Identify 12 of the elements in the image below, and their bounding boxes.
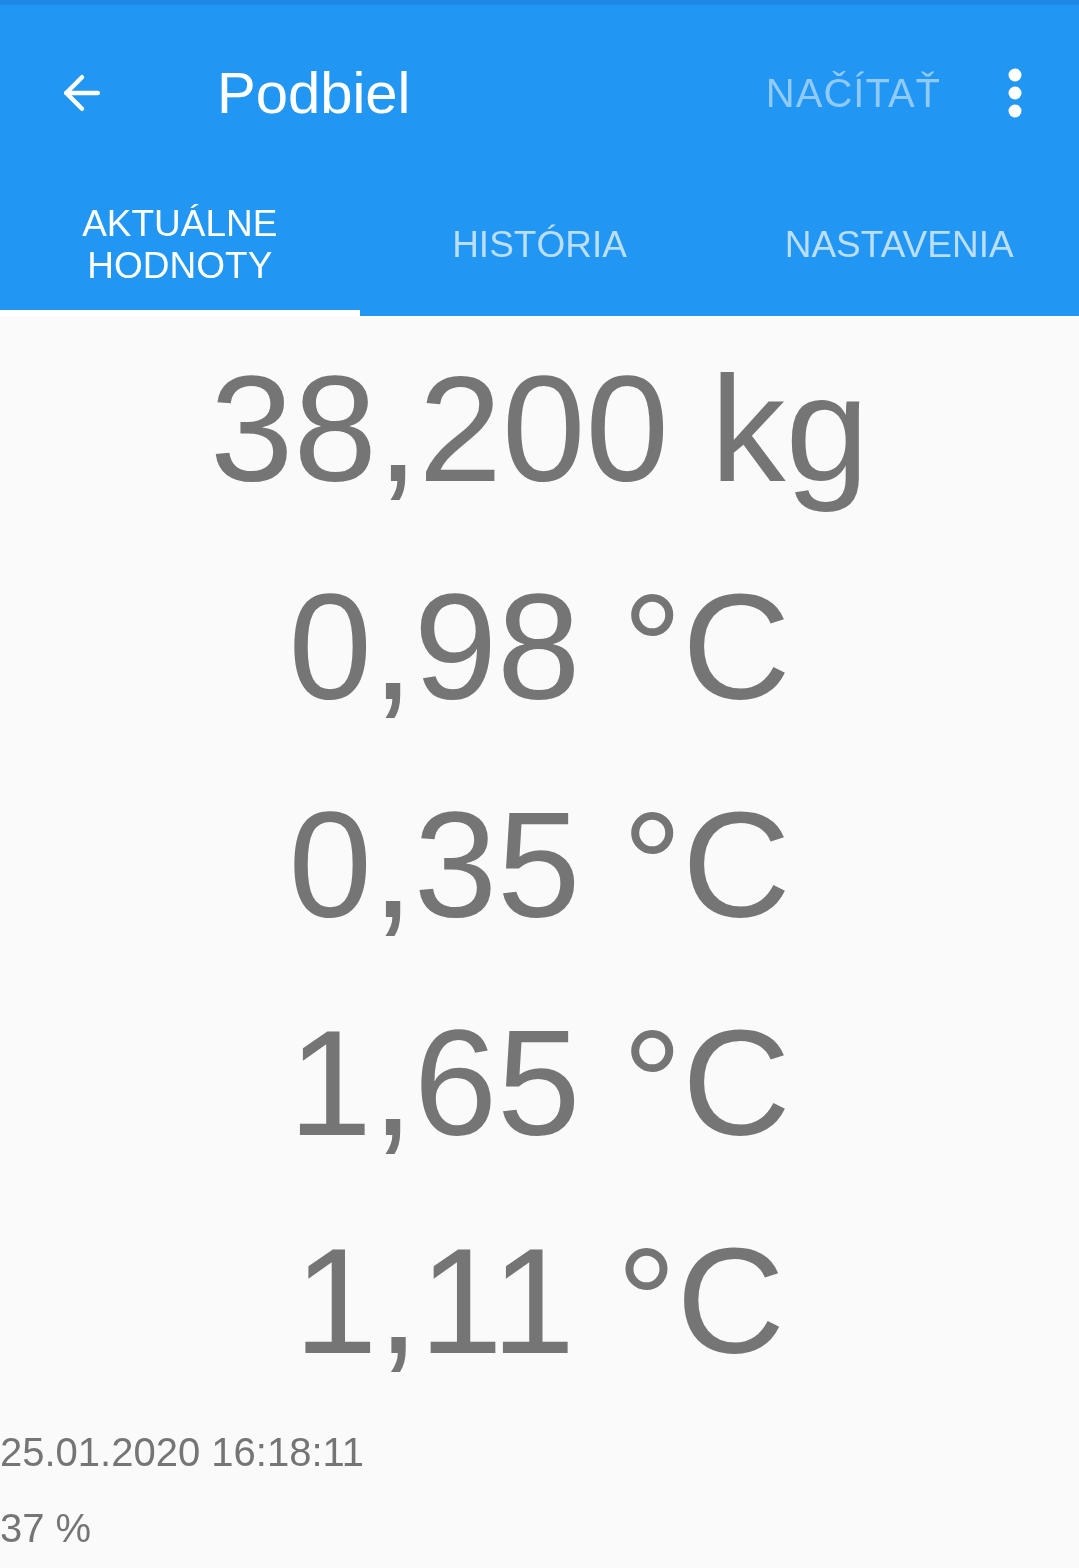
reading-value: 1,11 °C <box>294 1216 785 1387</box>
tab[interactable]: NASTAVENIA <box>719 180 1079 316</box>
app-title: Podbiel <box>217 59 411 127</box>
more-options-icon <box>1008 67 1022 118</box>
reading-value: 1,65 °C <box>288 998 791 1169</box>
reading-value: 38,200 kg <box>210 344 869 515</box>
battery-level: 37 % <box>0 1505 92 1552</box>
reading-value: 0,98 °C <box>288 562 791 733</box>
timestamp: 25.01.2020 16:18:11 <box>0 1429 365 1476</box>
tab[interactable]: AKTUÁLNE HODNOTY <box>0 180 360 316</box>
tab[interactable]: HISTÓRIA <box>359 180 720 316</box>
reading-value: 0,35 °C <box>288 780 791 951</box>
